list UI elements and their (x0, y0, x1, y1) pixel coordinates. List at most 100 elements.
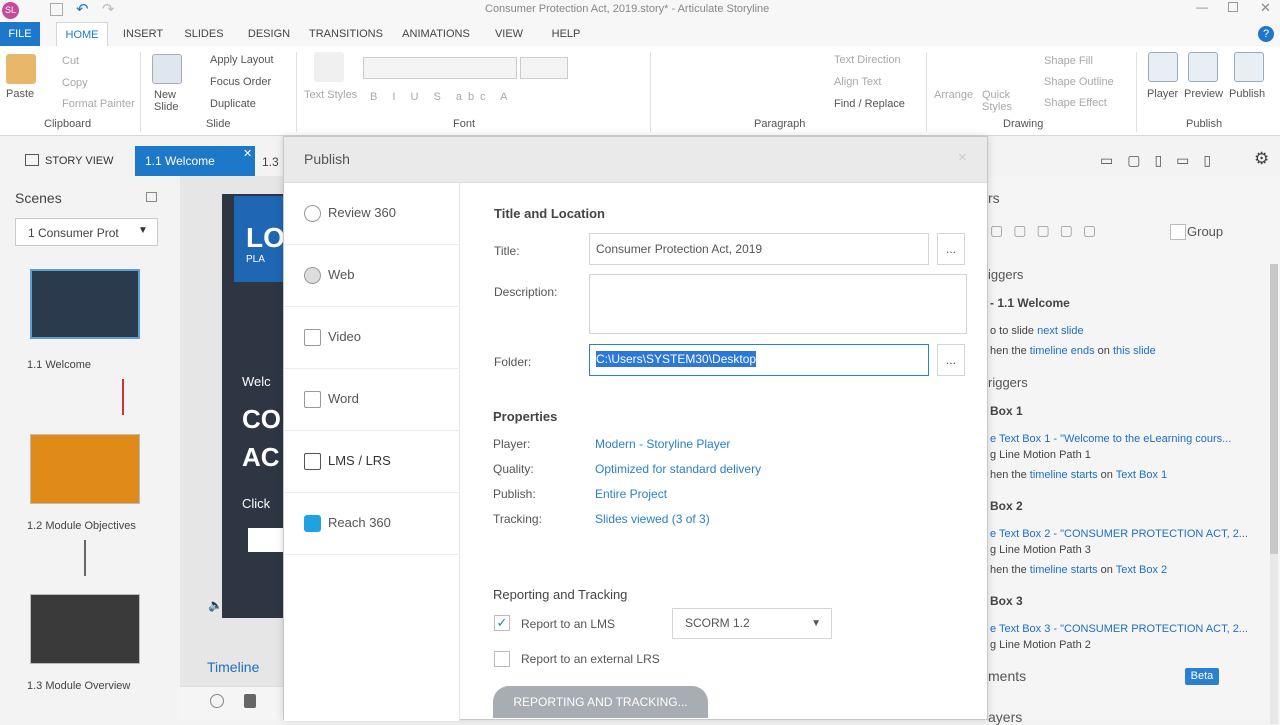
trigger-timeline-ends[interactable]: hen the timeline ends on this slide (990, 345, 1156, 357)
align-text-button[interactable]: Align Text (834, 76, 882, 88)
gear-icon[interactable]: ⚙ (1254, 149, 1269, 169)
trigger-box-2-line-1-text[interactable]: e Text Box 2 - "CONSUMER PROTECTION ACT,… (990, 528, 1248, 540)
minimize-button[interactable]: — (1196, 0, 1208, 14)
nav-video[interactable]: Video (284, 307, 460, 369)
tab-slides[interactable]: SLIDES (180, 22, 228, 46)
quality-link[interactable]: Optimized for standard delivery (595, 462, 761, 476)
font-size-select[interactable] (520, 57, 568, 79)
shape-fill-button[interactable]: Shape Fill (1044, 55, 1093, 67)
panel-restore-icon[interactable] (146, 192, 157, 202)
paste-icon[interactable] (6, 54, 36, 84)
speaker-icon[interactable]: 🔈 (208, 598, 223, 612)
report-lms-checkbox[interactable]: ✓ (494, 615, 510, 631)
folder-browse-button[interactable]: ... (937, 344, 965, 376)
trigger-box-1-line-1-text[interactable]: e Text Box 1 - "Welcome to the eLearning… (990, 433, 1231, 445)
preview-icon[interactable] (1188, 52, 1218, 82)
trigger-box-1-line-1[interactable]: e Text Box 1 - "Welcome to the eLearning… (990, 433, 1231, 445)
scrollbar[interactable] (1270, 264, 1278, 724)
find-replace-button[interactable]: Find / Replace (834, 98, 905, 110)
player-link[interactable]: Modern - Storyline Player (595, 437, 730, 451)
paste-button[interactable]: Paste (6, 88, 34, 100)
publish-link[interactable]: Entire Project (595, 487, 667, 501)
tab-help[interactable]: HELP (546, 22, 586, 46)
shape-outline-button[interactable]: Shape Outline (1044, 76, 1114, 88)
lock-icon[interactable] (244, 694, 256, 708)
nav-word[interactable]: Word (284, 369, 460, 431)
tracking-link[interactable]: Slides viewed (3 of 3) (595, 512, 710, 526)
slide-text-co: CO (242, 404, 281, 434)
quick-styles-button[interactable]: Quick Styles (982, 89, 1016, 113)
publish-button[interactable]: Publish (1229, 88, 1265, 100)
close-tab-icon[interactable]: ✕ (243, 147, 252, 160)
group-checkbox[interactable] (1170, 224, 1186, 240)
trigger-box-1-line-3-link[interactable]: timeline starts (1030, 469, 1098, 481)
tab-overview[interactable]: 1.3 (262, 155, 279, 169)
scene-selector[interactable]: 1 Consumer Prot ▼ (15, 218, 158, 246)
publish-icon[interactable] (1234, 52, 1264, 82)
font-family-select[interactable] (363, 57, 517, 79)
tab-view[interactable]: VIEW (488, 22, 530, 46)
description-label: Description: (494, 285, 558, 299)
trigger-next-slide-link[interactable]: next slide (1037, 325, 1083, 337)
trigger-box-3-line-1[interactable]: e Text Box 3 - "CONSUMER PROTECTION ACT,… (990, 623, 1248, 635)
tab-home[interactable]: HOME (56, 22, 108, 46)
description-input[interactable] (589, 274, 967, 334)
save-icon[interactable] (50, 3, 63, 16)
story-view-tab[interactable]: STORY VIEW (45, 155, 113, 167)
trigger-box-2-line-1[interactable]: e Text Box 2 - "CONSUMER PROTECTION ACT,… (990, 528, 1248, 540)
tab-insert[interactable]: INSERT (118, 22, 168, 46)
help-icon[interactable]: ? (1258, 26, 1274, 42)
trigger-box-1-line-3-link2[interactable]: Text Box 1 (1116, 469, 1167, 481)
trigger-box-2-line-3[interactable]: hen the timeline starts on Text Box 2 (990, 564, 1167, 576)
arrange-button[interactable]: Arrange (934, 89, 973, 101)
trigger-this-slide-link[interactable]: this slide (1113, 345, 1156, 357)
duplicate-button[interactable]: Duplicate (210, 98, 256, 110)
apply-layout-button[interactable]: Apply Layout (210, 54, 274, 66)
text-styles-icon[interactable] (314, 52, 344, 82)
tab-design[interactable]: DESIGN (244, 22, 294, 46)
format-painter-button[interactable]: Format Painter (62, 98, 135, 110)
trigger-box-3-line-1-text[interactable]: e Text Box 3 - "CONSUMER PROTECTION ACT,… (990, 623, 1248, 635)
trigger-box-2-line-3-link[interactable]: timeline starts (1030, 564, 1098, 576)
nav-lms-lrs[interactable]: LMS / LRS (284, 431, 460, 493)
cut-button[interactable]: Cut (62, 55, 79, 67)
slide-thumbnail-welcome[interactable] (30, 269, 140, 339)
trigger-timeline-ends-link[interactable]: timeline ends (1030, 345, 1095, 357)
slide-thumbnail-overview[interactable] (30, 594, 140, 664)
title-browse-button[interactable]: ... (937, 233, 965, 265)
shape-effect-button[interactable]: Shape Effect (1044, 97, 1107, 109)
player-button[interactable]: Player (1147, 88, 1178, 100)
timeline-tab[interactable]: Timeline (207, 659, 259, 675)
report-lrs-checkbox[interactable] (494, 651, 510, 667)
tab-welcome[interactable]: 1.1 Welcome ✕ (135, 146, 255, 176)
nav-review-360[interactable]: Review 360 (284, 183, 460, 245)
redo-icon[interactable]: ↷ (102, 0, 115, 18)
tab-animations[interactable]: ANIMATIONS (398, 22, 474, 46)
trigger-next-slide[interactable]: o to slide next slide (990, 325, 1084, 337)
slide-thumbnail-objectives[interactable] (30, 434, 140, 504)
nav-reach-360[interactable]: Reach 360 (284, 493, 460, 555)
player-icon[interactable] (1148, 52, 1178, 82)
maximize-button[interactable] (1228, 2, 1238, 12)
preview-button[interactable]: Preview (1184, 88, 1223, 100)
folder-input[interactable]: C:\Users\SYSTEM30\Desktop (589, 344, 929, 376)
tab-transitions[interactable]: TRANSITIONS (306, 22, 386, 46)
reporting-tracking-button[interactable]: REPORTING AND TRACKING... (493, 686, 708, 718)
nav-web[interactable]: Web (284, 245, 460, 307)
slide-preview[interactable]: LO PLA Welc CO AC Click (222, 194, 290, 618)
eye-icon[interactable] (210, 694, 224, 708)
focus-order-button[interactable]: Focus Order (210, 76, 271, 88)
title-input[interactable]: Consumer Protection Act, 2019 (589, 233, 929, 265)
undo-icon[interactable]: ↶ (76, 0, 89, 18)
trigger-box-1-line-3[interactable]: hen the timeline starts on Text Box 1 (990, 469, 1167, 481)
lms-standard-select[interactable]: SCORM 1.2 ▼ (672, 608, 832, 639)
new-slide-icon[interactable] (152, 54, 182, 84)
close-dialog-button[interactable]: × (958, 149, 967, 166)
text-styles-button[interactable]: Text Styles (304, 89, 357, 101)
tab-file[interactable]: FILE (0, 22, 40, 46)
trigger-box-2-line-3-link2[interactable]: Text Box 2 (1116, 564, 1167, 576)
copy-button[interactable]: Copy (62, 77, 88, 89)
text-direction-button[interactable]: Text Direction (834, 54, 901, 66)
close-window-button[interactable]: ✕ (1260, 0, 1271, 16)
new-slide-button[interactable]: New Slide (154, 89, 184, 113)
